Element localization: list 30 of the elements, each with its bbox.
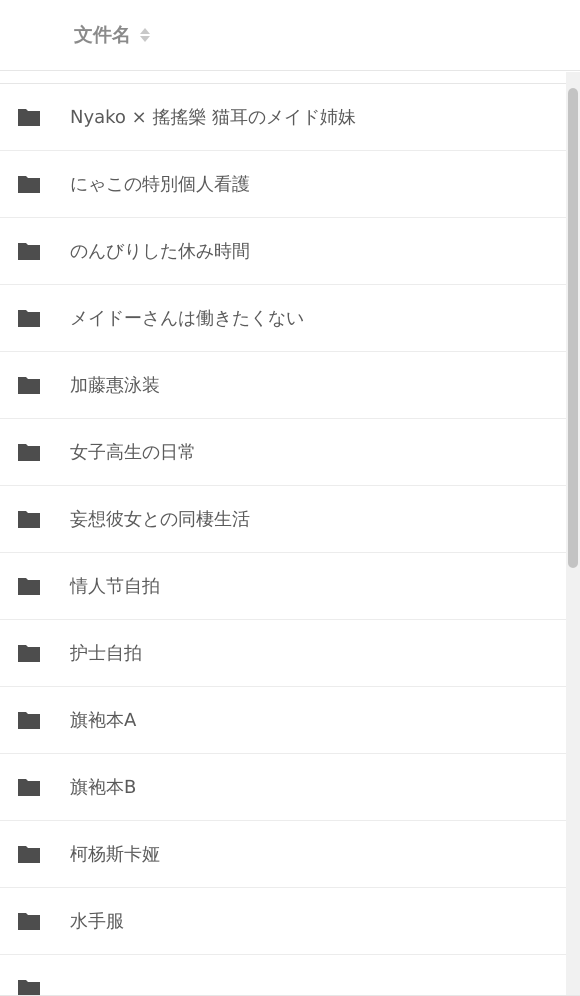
folder-name[interactable]: 旗袍本B: [70, 775, 136, 799]
folder-name[interactable]: 柯杨斯卡娅: [70, 842, 160, 866]
folder-icon: [18, 510, 40, 528]
folder-name[interactable]: 加藤惠泳装: [70, 373, 160, 397]
scrollbar-thumb[interactable]: [568, 88, 578, 568]
folder-name[interactable]: メイドーさんは働きたくない: [70, 306, 304, 330]
folder-icon: [18, 979, 40, 995]
folder-name[interactable]: 水手服: [70, 909, 124, 933]
folder-icon: [18, 443, 40, 461]
folder-name[interactable]: 情人节自拍: [70, 574, 160, 598]
folder-name[interactable]: のんびりした休み時間: [70, 239, 250, 263]
scrollbar[interactable]: [566, 72, 580, 995]
folder-icon: [18, 644, 40, 662]
folder-icon: [18, 711, 40, 729]
folder-name[interactable]: 护士自拍: [70, 641, 142, 665]
folder-icon: [18, 175, 40, 193]
folder-icon: [18, 577, 40, 595]
folder-name[interactable]: Nyako × 搖搖樂 猫耳のメイド姉妹: [70, 105, 356, 129]
folder-icon: [18, 912, 40, 930]
folder-name[interactable]: 女子高生の日常: [70, 440, 196, 464]
folder-icon: [18, 778, 40, 796]
folder-icon: [18, 845, 40, 863]
folder-icon: [18, 108, 40, 126]
folder-name[interactable]: にゃこの特別個人看護: [70, 172, 250, 196]
folder-icon: [18, 309, 40, 327]
folder-icon: [18, 242, 40, 260]
folder-name[interactable]: 旗袍本A: [70, 708, 136, 732]
folder-name[interactable]: 妄想彼女との同棲生活: [70, 507, 250, 531]
folder-icon: [18, 376, 40, 394]
sort-icon[interactable]: [139, 27, 151, 43]
